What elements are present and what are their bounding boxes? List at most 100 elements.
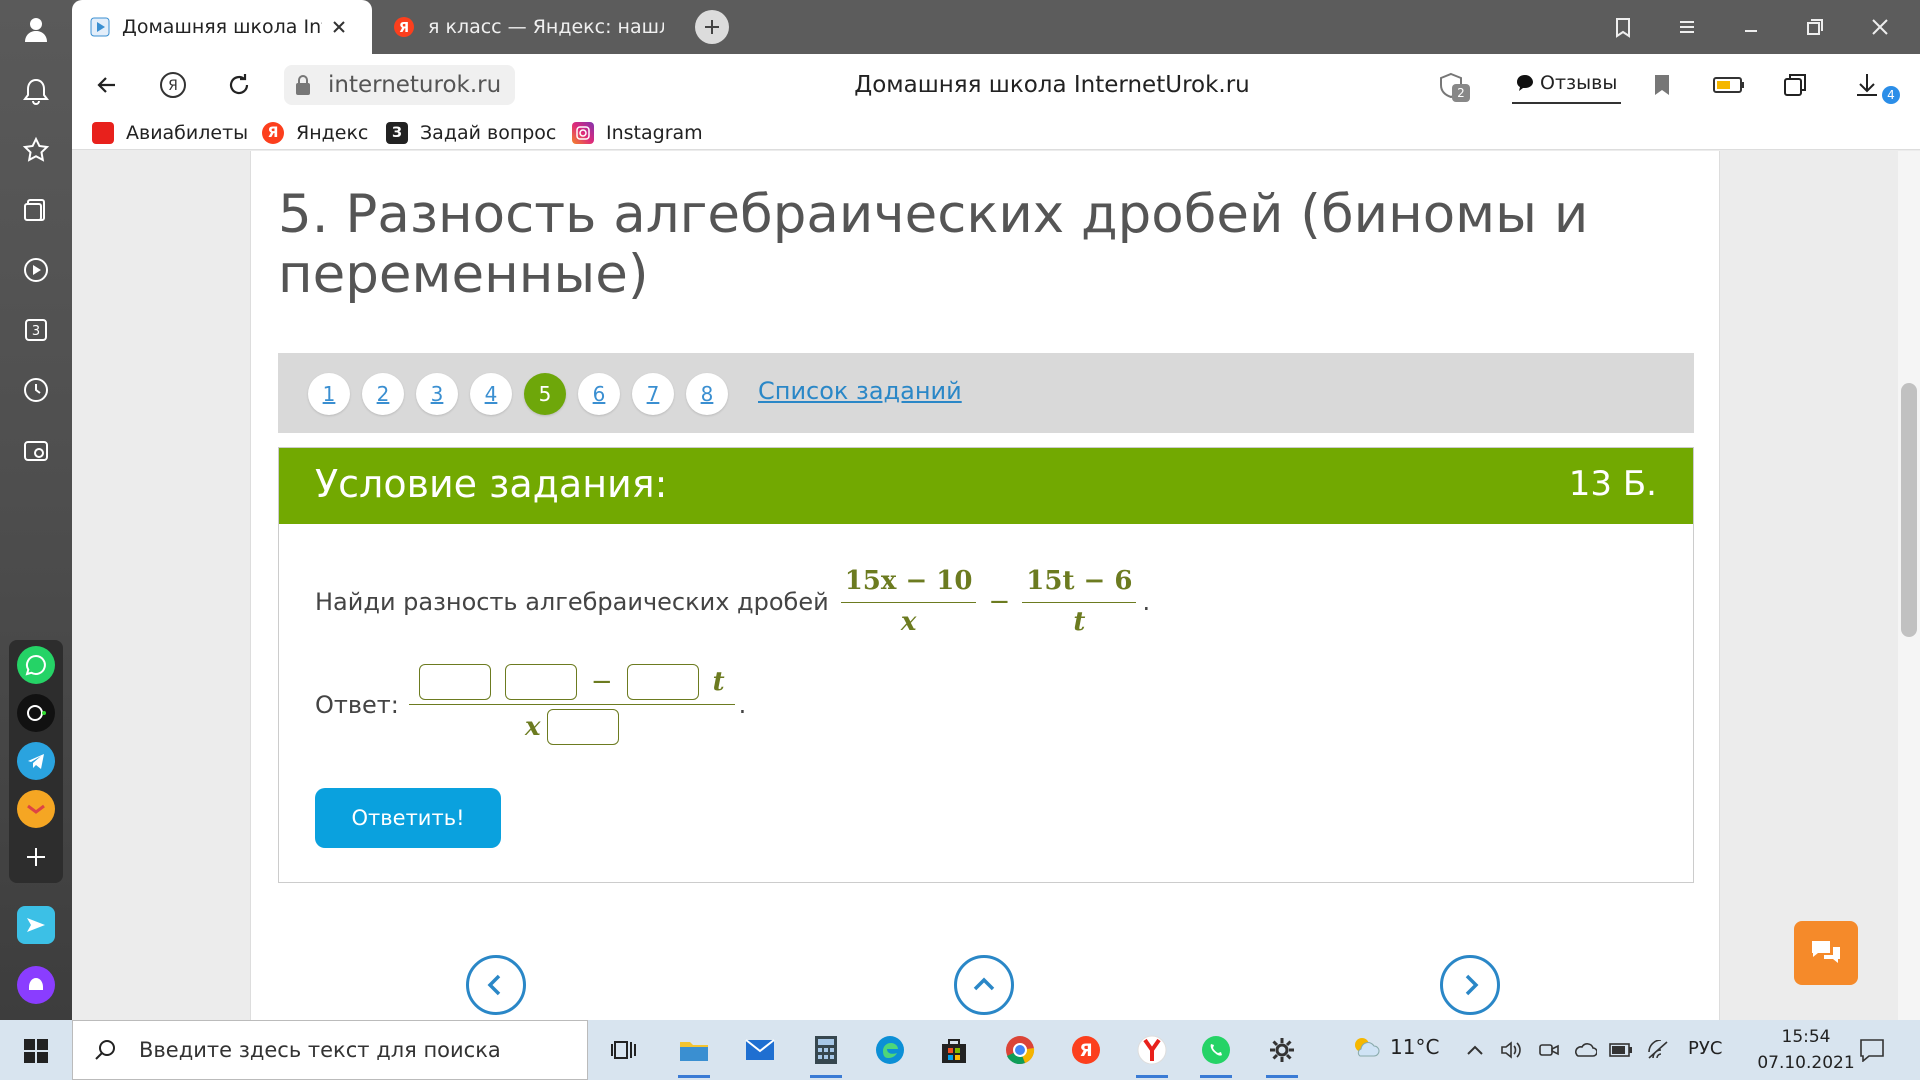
downloads-icon[interactable] <box>1850 68 1884 102</box>
video-play-icon[interactable] <box>19 253 53 287</box>
messenger-app-icon[interactable] <box>17 906 55 944</box>
collections-panel-icon[interactable] <box>1778 68 1812 102</box>
prev-chevron-left-icon[interactable] <box>466 955 526 1015</box>
answer-input-2[interactable] <box>504 664 577 700</box>
tab-inactive[interactable]: Я я класс — Яндекс: нашлось <box>372 0 742 54</box>
favorites-star-icon[interactable] <box>19 133 53 167</box>
url-field[interactable]: interneturok.ru <box>284 65 516 105</box>
task-box: Условие задания: 13 Б. Найди разность ал… <box>278 447 1694 883</box>
alice-assistant-icon[interactable] <box>17 966 55 1004</box>
page-link-1[interactable]: 1 <box>308 373 350 415</box>
speech-bubble-icon <box>1517 75 1533 91</box>
page-link-2[interactable]: 2 <box>362 373 404 415</box>
minimize-icon[interactable] <box>1736 12 1766 42</box>
extension-badge: 2 <box>1452 84 1470 102</box>
whatsapp-taskbar-icon[interactable] <box>1196 1030 1236 1078</box>
next-chevron-right-icon[interactable] <box>1440 955 1500 1015</box>
screenshot-camera-icon[interactable] <box>19 433 53 467</box>
battery-icon[interactable] <box>1606 1030 1636 1070</box>
chat-support-icon[interactable] <box>1794 921 1858 985</box>
bookmark-aviabilety[interactable]: Авиабилеты <box>92 118 248 148</box>
tabs-list-icon[interactable] <box>1608 12 1638 42</box>
search-input[interactable]: Введите здесь текст для поиска <box>139 1038 501 1062</box>
bookmark-instagram[interactable]: Instagram <box>572 118 703 148</box>
page-link-5-active[interactable]: 5 <box>524 373 566 415</box>
mail-app-icon[interactable] <box>740 1030 780 1070</box>
up-chevron-icon[interactable] <box>954 955 1014 1015</box>
bookmark-zaday-vopros[interactable]: З Задай вопрос <box>386 118 556 148</box>
task-list-link[interactable]: Список заданий <box>758 377 962 405</box>
svg-text:Я: Я <box>168 78 178 94</box>
restore-icon[interactable] <box>1800 12 1830 42</box>
page-link-3[interactable]: 3 <box>416 373 458 415</box>
bookmark-yandex[interactable]: Я Яндекс <box>262 118 368 148</box>
chevron-up-icon[interactable] <box>1460 1030 1490 1070</box>
add-app-plus-icon[interactable] <box>17 838 55 876</box>
chrome-browser-icon[interactable] <box>1000 1030 1040 1070</box>
minus-sign: − <box>988 586 1011 617</box>
whatsapp-icon[interactable] <box>17 646 55 684</box>
windows-taskbar: Введите здесь текст для поиска Я 11°C РУ… <box>0 1020 1920 1080</box>
edge-browser-icon[interactable] <box>870 1030 910 1070</box>
microsoft-store-icon[interactable] <box>934 1030 974 1070</box>
reviews-button[interactable]: Отзывы <box>1512 64 1622 104</box>
yandex-app-icon[interactable]: Я <box>1066 1030 1106 1070</box>
close-tab-icon[interactable] <box>332 20 346 34</box>
scrollbar-thumb[interactable] <box>1901 383 1917 637</box>
bookmark-label: Instagram <box>606 122 703 144</box>
page-link-7[interactable]: 7 <box>632 373 674 415</box>
page-link-6[interactable]: 6 <box>578 373 620 415</box>
page-link-8[interactable]: 8 <box>686 373 728 415</box>
menu-hamburger-icon[interactable] <box>1672 12 1702 42</box>
bookmark-icon[interactable] <box>1645 68 1679 102</box>
alice-station-icon[interactable] <box>17 694 55 732</box>
answer-input-1[interactable] <box>418 664 491 700</box>
new-tab-plus-icon[interactable] <box>695 10 729 44</box>
weather-widget[interactable]: 11°C <box>1350 1034 1439 1060</box>
volume-icon[interactable] <box>1496 1030 1526 1070</box>
onedrive-cloud-icon[interactable] <box>1570 1030 1600 1070</box>
svg-text:Я: Я <box>399 21 409 36</box>
answer-input-3[interactable] <box>626 664 699 700</box>
telegram-icon[interactable] <box>17 742 55 780</box>
page-scrollbar[interactable] <box>1898 151 1920 1020</box>
battery-saver-icon[interactable] <box>1712 68 1746 102</box>
answer-fraction: − t x <box>408 664 735 745</box>
collections-icon[interactable] <box>19 193 53 227</box>
close-window-icon[interactable] <box>1865 12 1895 42</box>
reload-icon[interactable] <box>222 68 256 102</box>
calculator-icon[interactable] <box>806 1030 846 1078</box>
answer-period: . <box>738 690 747 719</box>
yandex-home-icon[interactable]: Я <box>156 68 190 102</box>
submit-answer-button[interactable]: Ответить! <box>315 788 501 848</box>
back-arrow-icon[interactable] <box>90 68 124 102</box>
meet-camera-icon[interactable] <box>1534 1030 1564 1070</box>
profile-icon[interactable] <box>19 12 53 46</box>
yandex-browser-icon[interactable] <box>1132 1030 1172 1078</box>
sun-cloud-icon <box>1355 1038 1380 1057</box>
question: Найди разность алгебраических дробей 15x… <box>315 566 1150 637</box>
notifications-center-icon[interactable] <box>1852 1030 1892 1070</box>
zen-icon[interactable]: 3 <box>19 313 53 347</box>
tab-active[interactable]: Домашняя школа InternetUrok.ru <box>72 0 372 54</box>
settings-gear-icon[interactable] <box>1262 1030 1302 1078</box>
answer-input-4[interactable] <box>546 709 619 745</box>
windows-start-icon[interactable] <box>14 1034 58 1068</box>
answer-denominator: x <box>525 705 619 745</box>
lock-icon[interactable] <box>294 74 312 96</box>
notifications-icon[interactable] <box>19 74 53 108</box>
fraction-2: 15t − 6 t <box>1022 566 1137 637</box>
search-icon <box>95 1040 115 1060</box>
mail-icon[interactable] <box>17 790 55 828</box>
task-view-icon[interactable] <box>604 1030 644 1070</box>
history-clock-icon[interactable] <box>19 373 53 407</box>
input-language[interactable]: РУС <box>1688 1038 1722 1059</box>
wifi-icon[interactable] <box>1644 1030 1674 1070</box>
file-explorer-icon[interactable] <box>674 1030 714 1078</box>
lesson-page: 5. Разность алгебраических дробей (бином… <box>250 151 1720 1020</box>
page-link-4[interactable]: 4 <box>470 373 512 415</box>
taskbar-search-box[interactable]: Введите здесь текст для поиска <box>72 1020 588 1080</box>
answer-row: Ответ: − t x . <box>315 664 746 745</box>
system-clock[interactable]: 15:54 07.10.2021 <box>1748 1024 1864 1076</box>
fraction-2-numerator: 15t − 6 <box>1022 566 1137 603</box>
